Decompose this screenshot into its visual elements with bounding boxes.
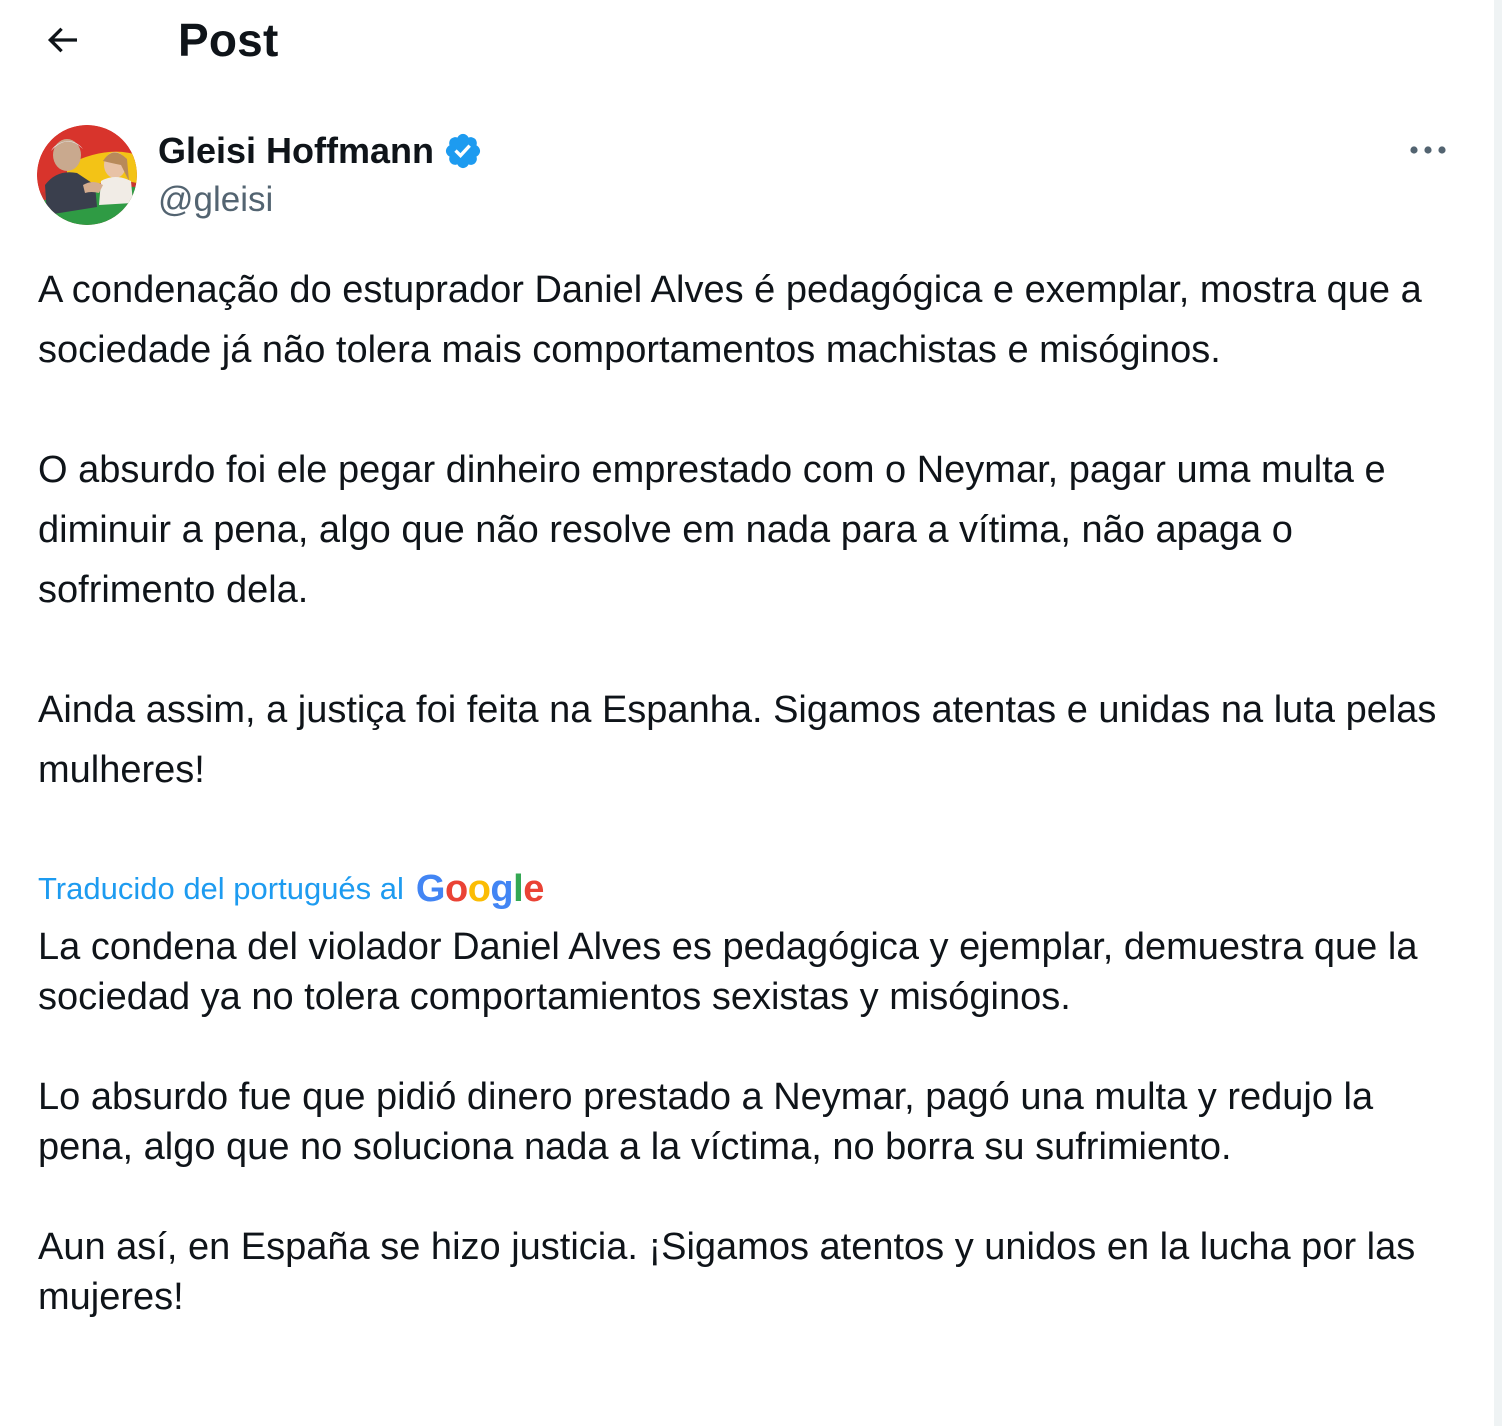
more-horizontal-icon: [1410, 146, 1446, 154]
author-handle[interactable]: @gleisi: [158, 176, 273, 224]
more-options-button[interactable]: [1398, 126, 1458, 174]
verified-badge-icon: [442, 130, 484, 172]
translation-attribution: Traducido del portugués al Google: [38, 866, 544, 912]
top-bar: Post: [0, 0, 1494, 84]
author-name[interactable]: Gleisi Hoffmann: [158, 127, 434, 175]
back-button[interactable]: [38, 16, 86, 64]
timeline-border: [1494, 0, 1502, 1426]
google-logo: Google: [415, 868, 544, 910]
arrow-left-icon: [47, 27, 77, 53]
page-title: Post: [178, 14, 279, 66]
avatar[interactable]: [37, 125, 137, 225]
translated-from-link[interactable]: Traducido del portugués al: [38, 866, 404, 912]
translated-post-text: La condena del violador Daniel Alves es …: [38, 926, 1418, 1318]
post-text: A condenação do estuprador Daniel Alves …: [38, 269, 1437, 791]
author-row: Gleisi Hoffmann: [158, 126, 484, 176]
